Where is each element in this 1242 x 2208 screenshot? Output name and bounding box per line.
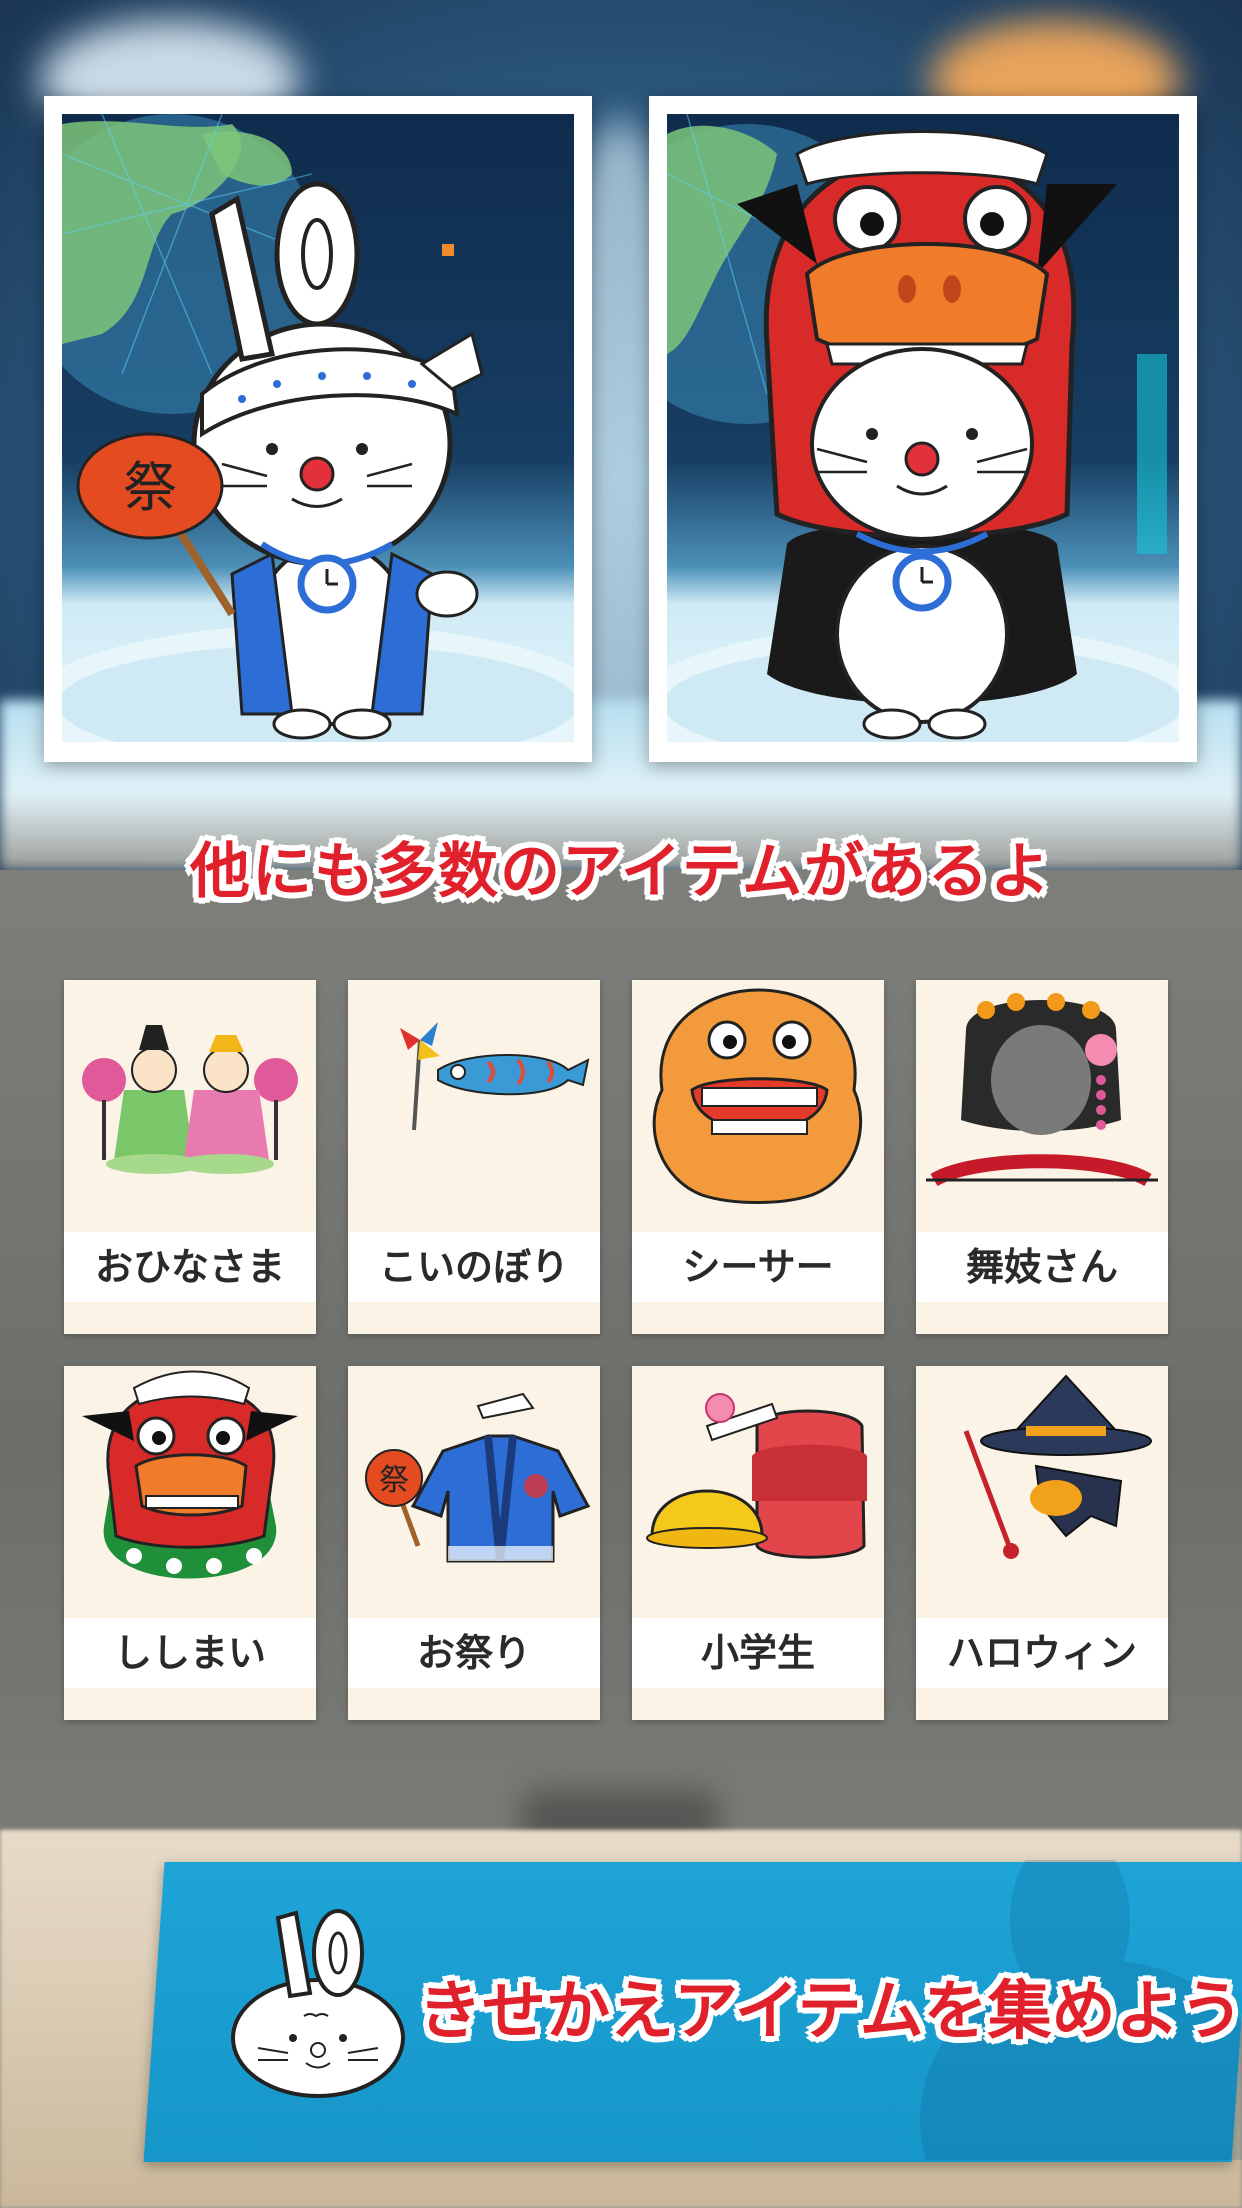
item-card-shishimai[interactable]: ししまい (64, 1366, 316, 1720)
shishimai-icon (64, 1366, 316, 1616)
item-grid: おひなさま こいのぼり シーサー 舞妓さん ししまい 祭 お祭り 小学生 ハロウ… (64, 980, 1170, 1720)
banner-headline: きせかえアイテムを集めよう! (418, 1975, 1242, 2049)
item-card-festival[interactable]: 祭 お祭り (348, 1366, 600, 1720)
character-festival-illustration: 祭 (62, 114, 574, 742)
item-card-schoolkid[interactable]: 小学生 (632, 1366, 884, 1720)
maiko-icon (916, 980, 1168, 1230)
headline: 他にも多数のアイテムがあるよ (190, 837, 1052, 907)
character-shishimai-illustration (667, 114, 1179, 742)
hina-dolls-icon (64, 980, 316, 1230)
shisa-icon (632, 980, 884, 1230)
fan-text: 祭 (123, 456, 177, 519)
fan-text: 祭 (379, 1463, 409, 1498)
schoolkid-icon (632, 1366, 884, 1616)
item-card-hina[interactable]: おひなさま (64, 980, 316, 1334)
item-label: ハロウィン (916, 1618, 1168, 1688)
item-label: シーサー (632, 1232, 884, 1302)
item-label: 小学生 (632, 1618, 884, 1688)
item-card-koinobori[interactable]: こいのぼり (348, 980, 600, 1334)
screenshot-festival: 祭 (44, 96, 592, 762)
item-card-shisa[interactable]: シーサー (632, 980, 884, 1334)
item-card-maiko[interactable]: 舞妓さん (916, 980, 1168, 1334)
banner-avatar (228, 1908, 408, 2098)
rabbit-avatar-icon (231, 1909, 405, 2098)
item-label: 舞妓さん (916, 1232, 1168, 1302)
halloween-witch-icon (916, 1366, 1168, 1616)
item-label: こいのぼり (348, 1232, 600, 1302)
item-label: おひなさま (64, 1232, 316, 1302)
item-card-halloween[interactable]: ハロウィン (916, 1366, 1168, 1720)
koinobori-icon (348, 980, 600, 1230)
item-label: お祭り (348, 1618, 600, 1688)
festival-happi-icon: 祭 (348, 1366, 600, 1616)
item-label: ししまい (64, 1618, 316, 1688)
screenshot-shishimai (649, 96, 1197, 762)
